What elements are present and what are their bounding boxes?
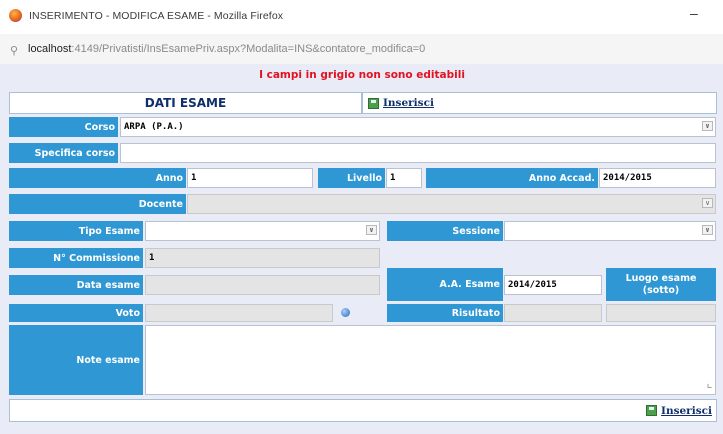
aa-esame-input[interactable]: 2014/2015 (504, 275, 602, 295)
sessione-label: Sessione (387, 221, 503, 241)
commissione-input: 1 (145, 248, 380, 268)
save-icon (646, 405, 658, 416)
page-info-icon[interactable]: ⚲ (10, 44, 18, 57)
luogo-esame-label: Luogo esame (sotto) (606, 268, 716, 301)
insert-link-bottom[interactable]: Inserisci (646, 405, 712, 417)
sessione-select[interactable]: ∨ (504, 221, 716, 241)
corso-label: Corso (9, 117, 118, 137)
chevron-down-icon: ∨ (702, 225, 713, 235)
firefox-logo-icon (9, 9, 22, 22)
minimize-button[interactable]: – (690, 5, 698, 21)
anno-accad-input[interactable]: 2014/2015 (599, 168, 716, 188)
notice-text: I campi in grigio non sono editabili (259, 69, 465, 81)
section-title: DATI ESAME (9, 92, 362, 114)
data-esame-label: Data esame (9, 275, 143, 295)
section-title-text: DATI ESAME (144, 96, 227, 110)
url-text[interactable]: localhost:4149/Privatisti/InsEsamePriv.a… (28, 43, 425, 55)
anno-input[interactable]: 1 (187, 168, 313, 188)
window-title: INSERIMENTO - MODIFICA ESAME - Mozilla F… (29, 10, 284, 22)
note-esame-label: Note esame (9, 325, 143, 395)
corso-value: ARPA (P.A.) (124, 122, 184, 132)
insert-link-top[interactable]: Inserisci (368, 97, 434, 109)
risultato-input (504, 304, 602, 322)
aa-esame-label: A.A. Esame (387, 268, 503, 301)
lookup-icon[interactable] (341, 308, 350, 317)
docente-label: Docente (9, 194, 186, 214)
save-icon (368, 97, 379, 109)
anno-accad-label: Anno Accad. (426, 168, 598, 188)
header-insert-cell: Inserisci (362, 92, 717, 114)
insert-link-top-label: Inserisci (383, 97, 434, 109)
risultato-label: Risultato (387, 304, 503, 322)
window-titlebar: INSERIMENTO - MODIFICA ESAME - Mozilla F… (0, 0, 723, 34)
url-host: localhost (28, 43, 72, 55)
livello-label: Livello (318, 168, 385, 188)
resize-handle-icon[interactable]: ∟ (707, 382, 712, 391)
chevron-down-icon: ∨ (366, 225, 377, 235)
corso-select[interactable]: ARPA (P.A.) ∨ (120, 117, 716, 137)
specifica-corso-label: Specifica corso (9, 143, 118, 163)
data-esame-input (145, 275, 380, 295)
footer-bar: Inserisci (9, 399, 717, 422)
note-esame-textarea[interactable]: ∟ (145, 325, 716, 395)
chevron-down-icon: ∨ (702, 121, 713, 131)
tipo-esame-select[interactable]: ∨ (145, 221, 380, 241)
insert-link-bottom-label: Inserisci (661, 404, 712, 417)
address-bar[interactable]: ⚲ localhost:4149/Privatisti/InsEsamePriv… (0, 34, 723, 65)
tipo-esame-label: Tipo Esame (9, 221, 143, 241)
voto-label: Voto (9, 304, 143, 322)
specifica-corso-input[interactable] (120, 143, 716, 163)
voto-input (145, 304, 333, 322)
livello-input[interactable]: 1 (386, 168, 422, 188)
commissione-label: N° Commissione (9, 248, 143, 268)
docente-select: ∨ (187, 194, 716, 214)
luogo-esame-input (606, 304, 716, 322)
anno-label: Anno (9, 168, 186, 188)
url-path: :4149/Privatisti/InsEsamePriv.aspx?Modal… (71, 43, 426, 55)
chevron-down-icon: ∨ (702, 198, 713, 208)
